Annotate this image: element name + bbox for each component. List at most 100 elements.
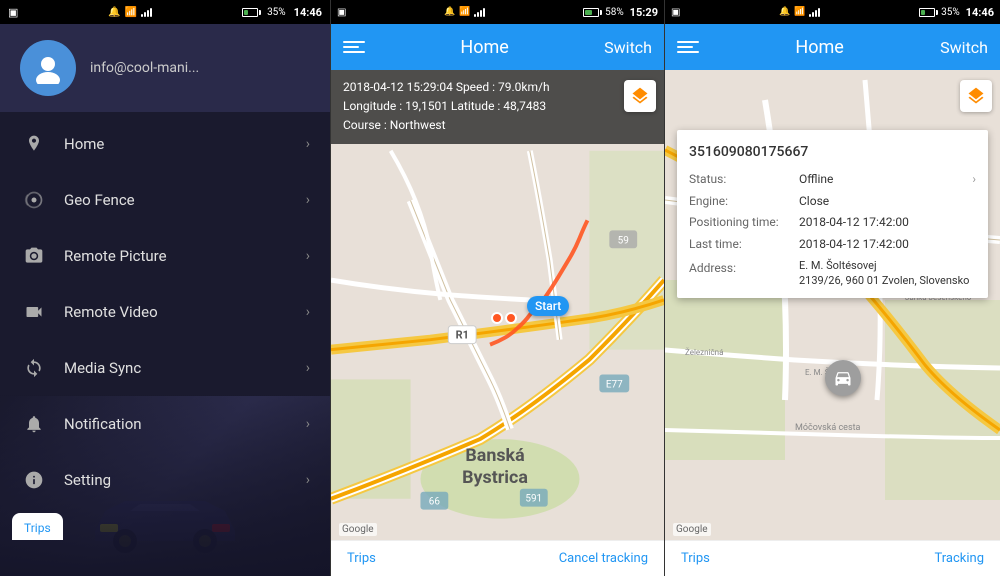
svg-text:Železničná: Železničná xyxy=(685,348,723,357)
status-field-label: Status: xyxy=(689,169,799,191)
nav-item-media-sync[interactable]: Media Sync › xyxy=(0,340,330,396)
svg-text:591: 591 xyxy=(525,494,542,505)
menu-button-2[interactable] xyxy=(343,41,365,53)
nav-menu: Home › Geo Fence › Remote Picture › Remo… xyxy=(0,112,330,576)
svg-text:Móčovská cesta: Móčovská cesta xyxy=(795,423,861,433)
last-field-value: 2018-04-12 17:42:00 xyxy=(799,234,976,256)
wifi-icon-3: 📶 xyxy=(794,7,805,17)
remote-video-chevron: › xyxy=(306,304,310,320)
trips-tab-p1[interactable]: Trips xyxy=(12,513,63,540)
trip-info-line3: Course : Northwest xyxy=(343,116,652,135)
home-chevron: › xyxy=(306,136,310,152)
alarm-icon-2: 🔔 xyxy=(444,7,455,17)
trip-info-overlay: 2018-04-12 15:29:04 Speed : 79.0km/h Lon… xyxy=(331,70,664,144)
tracking-button[interactable]: Tracking xyxy=(934,551,984,566)
media-sync-label: Media Sync xyxy=(64,359,306,377)
geo-fence-label: Geo Fence xyxy=(64,191,306,209)
status-left-3: ▣ xyxy=(671,7,680,18)
status-bar-2: ▣ 🔔 📶 58% 15:29 xyxy=(331,0,664,24)
device-info-card: 351609080175667 Status: Offline › Engine… xyxy=(677,130,988,298)
wifi-icon-2: 📶 xyxy=(459,7,470,17)
status-field-value: Offline xyxy=(799,169,972,191)
nav-item-home[interactable]: Home › xyxy=(0,116,330,172)
status-center-3: 🔔 📶 xyxy=(779,7,820,17)
nav-item-remote-picture[interactable]: Remote Picture › xyxy=(0,228,330,284)
status-center-icons: 🔔 📶 xyxy=(108,7,152,18)
engine-field-value: Close xyxy=(799,191,976,213)
status-left-2: ▣ xyxy=(337,7,346,18)
nav-item-setting[interactable]: Setting › xyxy=(0,452,330,508)
setting-chevron: › xyxy=(306,472,310,488)
address-field-label: Address: xyxy=(689,258,799,280)
status-chevron[interactable]: › xyxy=(972,169,976,191)
nav-item-remote-video[interactable]: Remote Video › xyxy=(0,284,330,340)
avatar xyxy=(20,40,76,96)
wifi-icon: 📶 xyxy=(125,7,137,18)
user-avatar-icon xyxy=(32,52,64,84)
layers-icon xyxy=(630,86,650,106)
battery-percent: 35% xyxy=(267,7,286,18)
sync-icon xyxy=(20,354,48,382)
car-pin-marker xyxy=(825,360,861,396)
time-display: 14:46 xyxy=(294,6,322,19)
bottom-bar-3: Trips Tracking xyxy=(665,540,1000,576)
nav-item-geo-fence[interactable]: Geo Fence › xyxy=(0,172,330,228)
trips-label-p1: Trips xyxy=(24,521,51,535)
status-bar-3: ▣ 🔔 📶 35% 14:46 xyxy=(665,0,1000,24)
alarm-icon-3: 🔔 xyxy=(779,7,790,17)
profile-email: info@cool-mani... xyxy=(90,60,199,76)
switch-button-2[interactable]: Switch xyxy=(604,38,652,57)
start-badge: Start xyxy=(527,296,569,316)
svg-text:R1: R1 xyxy=(456,329,469,342)
route-dot-2 xyxy=(505,312,517,324)
device-row-engine: Engine: Close xyxy=(689,191,976,213)
notification-label: Notification xyxy=(64,415,306,433)
signal-bars-2 xyxy=(474,7,485,17)
start-marker: Start xyxy=(527,296,569,316)
route-dot-1 xyxy=(491,312,503,324)
car-icon xyxy=(833,368,853,388)
alarm-icon: 🔔 xyxy=(108,7,120,18)
menu-button-3[interactable] xyxy=(677,41,699,53)
layer-toggle-button[interactable] xyxy=(624,80,656,112)
status-right-2: 58% 15:29 xyxy=(583,6,658,19)
bottom-bar-2: Trips Cancel tracking xyxy=(331,540,664,576)
positioning-field-label: Positioning time: xyxy=(689,212,799,234)
start-label: Start xyxy=(535,299,561,313)
time-3: 14:46 xyxy=(966,6,994,19)
header-title-2: Home xyxy=(460,37,508,58)
svg-text:66: 66 xyxy=(429,497,441,508)
layers-icon-3 xyxy=(966,86,986,106)
signal-bars-3 xyxy=(809,7,820,17)
nav-item-notification[interactable]: Notification › xyxy=(0,396,330,452)
switch-button-3[interactable]: Switch xyxy=(940,38,988,57)
trips-button-2[interactable]: Trips xyxy=(347,551,376,566)
notification-icon xyxy=(20,410,48,438)
device-row-address: Address: E. M. Šoltésovej 2139/26, 960 0… xyxy=(689,258,976,289)
trips-button-3[interactable]: Trips xyxy=(681,551,710,566)
status-center-2: 🔔 📶 xyxy=(444,7,485,17)
google-watermark-3: Google xyxy=(673,523,711,536)
media-sync-chevron: › xyxy=(306,360,310,376)
last-field-label: Last time: xyxy=(689,234,799,256)
panel-map-device: ▣ 🔔 📶 35% 14:46 Home Sw xyxy=(665,0,1000,576)
cancel-tracking-button[interactable]: Cancel tracking xyxy=(559,551,648,566)
video-icon xyxy=(20,298,48,326)
geo-fence-icon xyxy=(20,186,48,214)
trip-info-line1: 2018-04-12 15:29:04 Speed : 79.0km/h xyxy=(343,78,652,97)
google-label-3: Google xyxy=(676,524,708,535)
header-title-3: Home xyxy=(795,37,843,58)
address-field-value: E. M. Šoltésovej 2139/26, 960 01 Zvolen,… xyxy=(799,258,976,289)
panel-menu: ▣ 🔔 📶 35% 14:46 xyxy=(0,0,330,576)
status-right-3: 35% 14:46 xyxy=(919,6,994,19)
status-left-icon: ▣ xyxy=(8,6,18,19)
status-right: 35% 14:46 xyxy=(242,6,322,19)
notification-chevron: › xyxy=(306,416,310,432)
layer-toggle-button-3[interactable] xyxy=(960,80,992,112)
panel-map-trip: ▣ 🔔 📶 58% 15:29 Home Sw xyxy=(330,0,665,576)
profile-section: info@cool-mani... xyxy=(0,24,330,112)
battery-icon-3 xyxy=(919,8,938,17)
device-row-positioning: Positioning time: 2018-04-12 17:42:00 xyxy=(689,212,976,234)
car-pin-icon xyxy=(825,360,861,396)
app-header-3: Home Switch xyxy=(665,24,1000,70)
